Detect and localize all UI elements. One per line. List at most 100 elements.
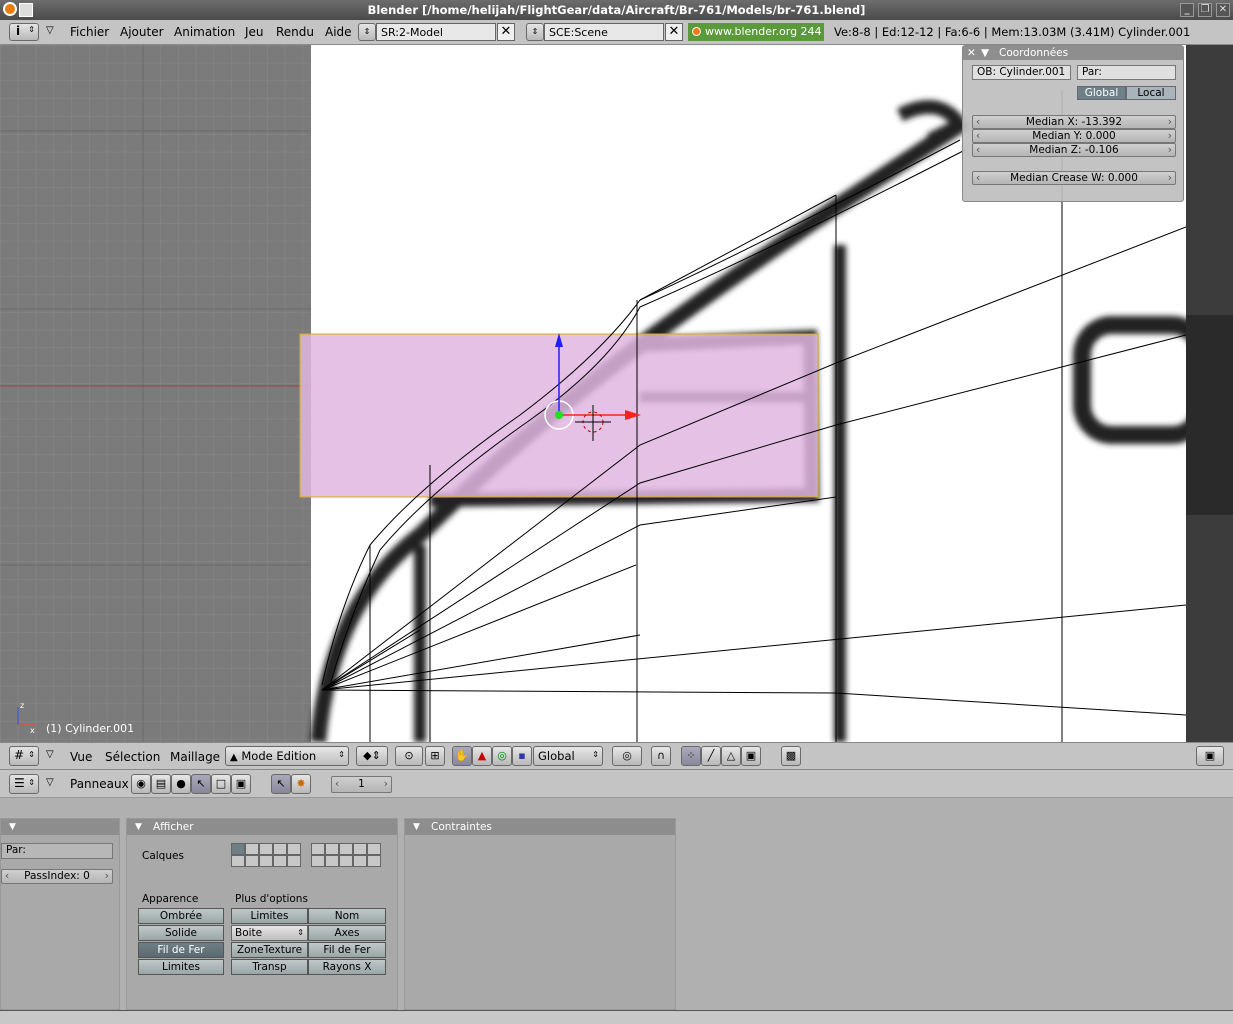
bounds-type-dropdown[interactable]: Boite ⇕: [231, 925, 308, 941]
zone-texture-toggle[interactable]: ZoneTexture: [231, 942, 308, 958]
physics-subcontext-icon[interactable]: ✸: [291, 774, 311, 794]
object-subcontext-icon[interactable]: ↖: [271, 774, 291, 794]
layer-button[interactable]: [311, 855, 325, 867]
minimize-icon[interactable]: _: [1180, 3, 1194, 17]
screen-browse-button[interactable]: ⇕: [358, 23, 376, 41]
menu-panneaux[interactable]: Panneaux: [70, 777, 129, 791]
blender-org-link[interactable]: www.blender.org 244: [688, 23, 824, 41]
menu-animation[interactable]: Animation: [174, 25, 235, 39]
menu-fichier[interactable]: Fichier: [70, 25, 109, 39]
layer-button[interactable]: [353, 855, 367, 867]
wire-toggle[interactable]: Fil de Fer: [308, 942, 386, 958]
mode-dropdown[interactable]: ▲ Mode Edition ⇕: [225, 746, 349, 766]
draw-type-ombree-button[interactable]: Ombrée: [138, 908, 224, 924]
layer-button[interactable]: [353, 843, 367, 855]
layer-button[interactable]: [311, 843, 325, 855]
scene-browse-button[interactable]: ⇕: [526, 23, 544, 41]
layer-button[interactable]: [231, 855, 245, 867]
limites-toggle[interactable]: Limites: [231, 908, 308, 924]
pass-index-field[interactable]: PassIndex: 0: [1, 869, 113, 884]
nom-toggle[interactable]: Nom: [308, 908, 386, 924]
screen-delete-button[interactable]: ✕: [497, 23, 515, 41]
layer-button[interactable]: [339, 855, 353, 867]
snap-icon[interactable]: ⊞: [425, 746, 445, 766]
global-toggle[interactable]: Global: [1077, 86, 1126, 100]
layer-button[interactable]: [367, 855, 381, 867]
layer-button[interactable]: [259, 855, 273, 867]
frame-field[interactable]: 1: [331, 776, 392, 793]
draw-type-limites-button[interactable]: Limites: [138, 959, 224, 975]
layer-button[interactable]: [245, 855, 259, 867]
afficher-panel-header[interactable]: Afficher: [127, 819, 397, 835]
render-image-icon[interactable]: ▩: [781, 746, 801, 766]
parent-field[interactable]: Par:: [1077, 65, 1176, 80]
coordinates-panel-header[interactable]: ✕ ▼ Coordonnées: [963, 46, 1183, 60]
vertex-select-icon[interactable]: ⁘: [681, 746, 701, 766]
menu-aide[interactable]: Aide: [325, 25, 352, 39]
orientation-dropdown[interactable]: Global ⇕: [533, 746, 603, 766]
edge-select-icon[interactable]: ╱: [701, 746, 721, 766]
screen-name-field[interactable]: SR:2-Model: [376, 23, 496, 41]
local-toggle[interactable]: Local: [1126, 86, 1176, 100]
right-scroll-strip[interactable]: [1186, 45, 1233, 742]
layer-button[interactable]: [245, 843, 259, 855]
occlude-icon[interactable]: ▣: [741, 746, 761, 766]
editing-context-icon[interactable]: □: [211, 774, 231, 794]
scene-context-icon[interactable]: ▣: [231, 774, 251, 794]
median-y-field[interactable]: Median Y: 0.000: [972, 129, 1176, 143]
shading-context-icon[interactable]: ●: [171, 774, 191, 794]
layer-buttons[interactable]: [231, 843, 391, 869]
menu-maillage[interactable]: Maillage: [170, 750, 220, 764]
layer-button[interactable]: [273, 843, 287, 855]
scale-icon[interactable]: ▪: [512, 746, 532, 766]
median-x-field[interactable]: Median X: -13.392: [972, 115, 1176, 129]
parent-field[interactable]: Par:: [1, 843, 113, 859]
face-select-icon[interactable]: △: [721, 746, 741, 766]
close-panel-icon[interactable]: ✕: [967, 46, 976, 60]
layer-button[interactable]: [273, 855, 287, 867]
layer-button[interactable]: [325, 843, 339, 855]
translate-icon[interactable]: ▲: [472, 746, 492, 766]
proportional-edit-icon[interactable]: ◎: [612, 746, 642, 766]
right-editor-icon[interactable]: ▣: [1196, 746, 1224, 766]
maximize-icon[interactable]: ❐: [1198, 3, 1212, 17]
draw-type-button[interactable]: ◆⇕: [356, 746, 388, 766]
collapse-menu-icon[interactable]: ▽: [46, 749, 54, 760]
contraintes-panel-header[interactable]: Contraintes: [405, 819, 675, 835]
transp-toggle[interactable]: Transp: [231, 959, 308, 975]
script-context-icon[interactable]: ▤: [151, 774, 171, 794]
draw-type-wireframe-button[interactable]: Fil de Fer: [138, 942, 224, 958]
scene-delete-button[interactable]: ✕: [665, 23, 683, 41]
manipulator-hand-icon[interactable]: ✋: [452, 746, 472, 766]
layer-button[interactable]: [367, 843, 381, 855]
xray-toggle[interactable]: Rayons X: [308, 959, 386, 975]
layer-button[interactable]: [287, 855, 301, 867]
editor-type-button[interactable]: ☰ ⇕: [9, 774, 39, 794]
layer-button[interactable]: [259, 843, 273, 855]
object-panel-header[interactable]: [1, 819, 119, 835]
rotate-icon[interactable]: ◎: [492, 746, 512, 766]
mirror-icon[interactable]: ∩: [651, 746, 671, 766]
object-context-icon[interactable]: ↖: [191, 774, 211, 794]
scene-name-field[interactable]: SCE:Scene: [544, 23, 664, 41]
scroll-thumb[interactable]: [1186, 315, 1233, 515]
layer-button[interactable]: [325, 855, 339, 867]
logic-context-icon[interactable]: ◉: [131, 774, 151, 794]
object-name-field[interactable]: OB: Cylinder.001: [972, 65, 1071, 80]
layer-button[interactable]: [287, 843, 301, 855]
editor-type-button[interactable]: i ⇕: [9, 23, 39, 41]
layer-button[interactable]: [231, 843, 245, 855]
median-z-field[interactable]: Median Z: -0.106: [972, 143, 1176, 157]
draw-type-solide-button[interactable]: Solide: [138, 925, 224, 941]
menu-vue[interactable]: Vue: [70, 750, 92, 764]
axes-toggle[interactable]: Axes: [308, 925, 386, 941]
collapse-menu-icon[interactable]: ▽: [46, 25, 54, 36]
median-crease-field[interactable]: Median Crease W: 0.000: [972, 171, 1176, 185]
menu-jeu[interactable]: Jeu: [245, 25, 264, 39]
collapse-panel-icon[interactable]: ▼: [981, 46, 989, 60]
layer-button[interactable]: [339, 843, 353, 855]
editor-type-button[interactable]: # ⇕: [9, 746, 39, 766]
close-icon[interactable]: ✕: [1216, 3, 1230, 17]
menu-selection[interactable]: Sélection: [105, 750, 160, 764]
menu-ajouter[interactable]: Ajouter: [120, 25, 164, 39]
